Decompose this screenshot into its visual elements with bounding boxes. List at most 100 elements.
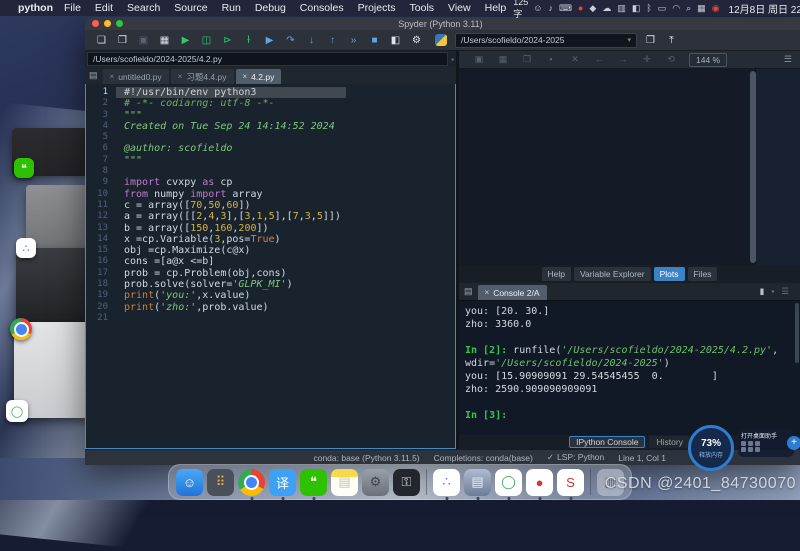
dock-launchpad[interactable]: ⠿ [207,469,234,496]
preferences-button[interactable]: ⚙ [406,35,427,46]
desktop-helper-panel[interactable]: 打开桌面助手 + [738,429,794,457]
path-options-icon[interactable]: ▪ [451,55,454,64]
dock-chrome[interactable] [238,469,265,496]
working-directory-combobox[interactable]: /Users/scofieldo/2024-2025 ▾ [455,33,637,48]
switcher-icon[interactable]: ▦ [697,3,706,14]
dock-green-ring-app[interactable]: ◯ [495,469,522,496]
dock-wechat[interactable]: ❝ [300,469,327,496]
browse-directory-button[interactable]: ❐ [640,35,661,46]
dock-translate[interactable]: 译 [269,469,296,496]
tab-history[interactable]: History [649,436,689,448]
menu-item-consoles[interactable]: Consoles [300,2,344,14]
tab-习题4.4.py[interactable]: ×习题4.4.py [171,69,234,84]
console-scrollbar[interactable] [795,303,799,363]
input-flag-icon[interactable]: ◉ [712,3,720,14]
mic-icon[interactable]: ♪ [548,3,553,13]
save-button[interactable]: ▣ [133,35,154,46]
ipython-console-output[interactable]: you: [20. 30.]zho: 3360.0In [2]: runfile… [459,300,800,435]
cloud-icon[interactable]: ☁ [602,3,611,14]
shapes-icon[interactable]: ◆ [589,3,596,14]
inspect-icon[interactable]: ▮ [760,286,765,297]
tab-untitled0.py[interactable]: ×untitled0.py [103,69,169,84]
dock-finder[interactable]: ☺ [176,469,203,496]
zoom-out-button[interactable]: ⟲ [659,54,683,65]
menu-item-run[interactable]: Run [222,2,241,14]
browse-tabs-icon[interactable]: ▤ [89,70,98,81]
run-cell-button[interactable]: ◫ [196,35,217,46]
options-menu-icon[interactable]: ☰ [781,286,789,297]
minimize-window-button[interactable] [104,20,111,27]
close-icon[interactable]: × [110,72,115,81]
python-env-icon[interactable] [435,34,447,46]
keyboard-icon[interactable]: ⌨ [559,3,572,14]
window-titlebar[interactable]: Spyder (Python 3.11) [85,17,800,30]
menu-item-debug[interactable]: Debug [255,2,286,14]
dock-settings[interactable]: ⚙ [362,469,389,496]
close-icon[interactable]: × [485,288,490,297]
tab-files[interactable]: Files [688,267,718,281]
debug-button[interactable]: ▶ [259,35,280,46]
ime-indicator[interactable]: 125字 [513,0,528,20]
remove-plot-button[interactable]: ▪ [539,54,563,65]
step-into-button[interactable]: ↓ [301,35,322,46]
search-icon[interactable]: ⌕ [686,3,691,14]
previous-plot-button[interactable]: ← [587,54,611,65]
window-icon[interactable]: ▥ [617,3,626,14]
stop-button[interactable]: ■ [364,35,385,46]
lsp-status[interactable]: ✓LSP: Python [547,452,604,463]
dock-notes[interactable]: ▤ [331,469,358,496]
menu-item-view[interactable]: View [448,2,471,14]
memory-percent-button[interactable]: 73% 释放内存 [688,425,734,471]
dock-drive-app[interactable]: ∴ [433,469,460,496]
menu-item-tools[interactable]: Tools [410,2,435,14]
options-dot-icon[interactable]: ▪ [771,286,774,297]
step-out-button[interactable]: ↑ [322,35,343,46]
helper-add-button[interactable]: + [787,436,800,450]
tab-plots[interactable]: Plots [654,267,685,281]
menubar-clock[interactable]: 12月8日 周日 22:57 [729,1,800,16]
run-selection-button[interactable]: Ɨ [238,35,259,46]
dock-ks-app[interactable]: S [557,469,584,496]
browse-console-tabs-icon[interactable]: ▤ [464,286,473,297]
tab-help[interactable]: Help [542,267,571,281]
step-over-button[interactable]: ↷ [280,35,301,46]
parent-directory-button[interactable]: ⤒ [661,35,682,46]
open-file-button[interactable]: ❐ [112,35,133,46]
tab-console-2a[interactable]: × Console 2/A [478,285,547,300]
copy-plot-button[interactable]: ❐ [515,54,539,65]
dock-keychain[interactable]: ⚿ [393,469,420,496]
menu-item-help[interactable]: Help [485,2,507,14]
tab-ipython-console[interactable]: IPython Console [569,436,645,448]
save-plot-button[interactable]: ▣ [467,54,491,65]
new-file-button[interactable]: ❏ [91,35,112,46]
active-app-name[interactable]: python [18,2,53,14]
menu-item-source[interactable]: Source [174,2,207,14]
menu-item-edit[interactable]: Edit [95,2,113,14]
tab-variable-explorer[interactable]: Variable Explorer [574,267,651,281]
run-button[interactable]: ▶ [175,35,196,46]
save-all-button[interactable]: ▦ [154,35,175,46]
continue-button[interactable]: » [343,35,364,46]
record-icon[interactable]: ● [578,3,583,13]
layout-button[interactable]: ◧ [385,35,406,46]
plots-scrollbar[interactable] [750,71,756,263]
close-window-button[interactable] [92,20,99,27]
close-icon[interactable]: × [243,72,248,81]
code-editor[interactable]: 1#!/usr/bin/env python32# -*- codiarng: … [85,84,456,449]
tab-4.2.py[interactable]: ×4.2.py [236,69,282,84]
editor-file-path[interactable]: /Users/scofieldo/2024-2025/4.2.py [87,52,448,66]
zoom-window-button[interactable] [116,20,123,27]
menu-item-projects[interactable]: Projects [358,2,396,14]
save-all-plots-button[interactable]: ▦ [491,54,515,65]
close-icon[interactable]: × [178,72,183,81]
wifi-icon[interactable]: ◠ [672,3,680,14]
menu-item-file[interactable]: File [64,2,81,14]
dock-apple-app[interactable]: ● [526,469,553,496]
next-plot-button[interactable]: → [611,54,635,65]
completions-status[interactable]: Completions: conda(base) [434,453,533,463]
close-plot-button[interactable]: ✕ [563,54,587,65]
plots-options-icon[interactable]: ☰ [784,54,792,65]
zoom-in-button[interactable]: ✛ [635,54,659,65]
emoji-icon[interactable]: ☺ [533,3,542,13]
bluetooth-icon[interactable]: ᛒ [646,3,651,13]
